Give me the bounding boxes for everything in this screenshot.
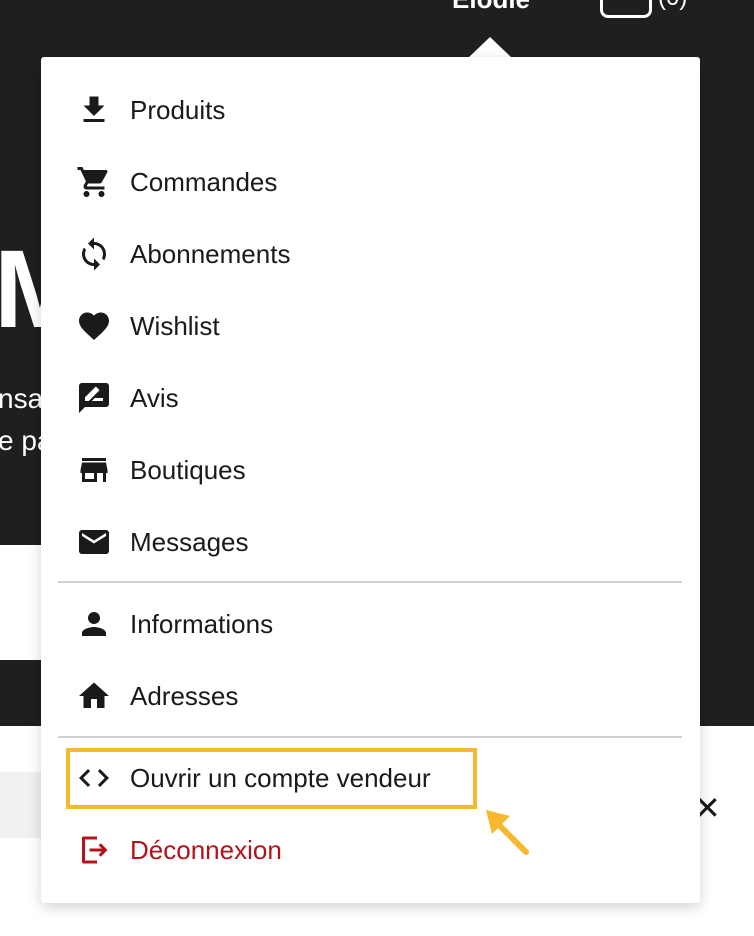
menu-item-adresses[interactable]: Adresses bbox=[74, 676, 238, 716]
person-icon bbox=[74, 604, 114, 644]
mail-icon bbox=[74, 522, 114, 562]
menu-item-label: Abonnements bbox=[130, 239, 291, 269]
menu-item-label: Avis bbox=[130, 383, 179, 413]
menu-caret bbox=[468, 37, 512, 58]
menu-item-informations[interactable]: Informations bbox=[74, 604, 273, 644]
menu-item-boutiques[interactable]: Boutiques bbox=[74, 450, 246, 490]
home-icon bbox=[74, 676, 114, 716]
menu-item-label: Boutiques bbox=[130, 455, 246, 485]
menu-divider bbox=[58, 736, 682, 738]
heart-icon bbox=[74, 306, 114, 346]
page-hero-right-strip bbox=[700, 545, 754, 660]
account-menu-trigger[interactable]: Elodie bbox=[452, 0, 530, 12]
menu-item-label: Produits bbox=[130, 95, 226, 125]
pointer-arrow-icon bbox=[486, 810, 529, 855]
cart-icon bbox=[74, 162, 114, 202]
menu-item-abonnements[interactable]: Abonnements bbox=[74, 234, 290, 274]
menu-item-label: Messages bbox=[130, 527, 249, 557]
menu-item-produits[interactable]: Produits bbox=[74, 90, 225, 130]
menu-item-label: Wishlist bbox=[130, 311, 220, 341]
account-dropdown-menu: Produits Commandes Abonnements Wishlist … bbox=[41, 57, 700, 903]
sync-icon bbox=[74, 234, 114, 274]
page-content-strip bbox=[0, 545, 41, 660]
menu-item-avis[interactable]: Avis bbox=[74, 378, 179, 418]
menu-item-deconnexion[interactable]: Déconnexion bbox=[74, 830, 282, 870]
menu-item-commandes[interactable]: Commandes bbox=[74, 162, 277, 202]
menu-item-label: Déconnexion bbox=[130, 835, 282, 865]
cart-count: (0) bbox=[658, 0, 687, 10]
menu-item-messages[interactable]: Messages bbox=[74, 522, 249, 562]
menu-divider bbox=[58, 581, 682, 583]
menu-item-label: Adresses bbox=[130, 681, 239, 711]
hero-text-line-1: nsa bbox=[0, 383, 44, 414]
menu-item-label: Commandes bbox=[130, 167, 278, 197]
download-icon bbox=[74, 90, 114, 130]
logout-icon bbox=[74, 830, 114, 870]
menu-item-open-vendor-account[interactable]: Ouvrir un compte vendeur bbox=[74, 758, 431, 798]
menu-item-wishlist[interactable]: Wishlist bbox=[74, 306, 220, 346]
menu-item-label: Informations bbox=[130, 609, 274, 639]
code-icon bbox=[74, 758, 114, 798]
rate-review-icon bbox=[74, 378, 114, 418]
menu-item-label: Ouvrir un compte vendeur bbox=[130, 763, 431, 793]
store-icon bbox=[74, 450, 114, 490]
bag-icon[interactable] bbox=[600, 0, 652, 18]
